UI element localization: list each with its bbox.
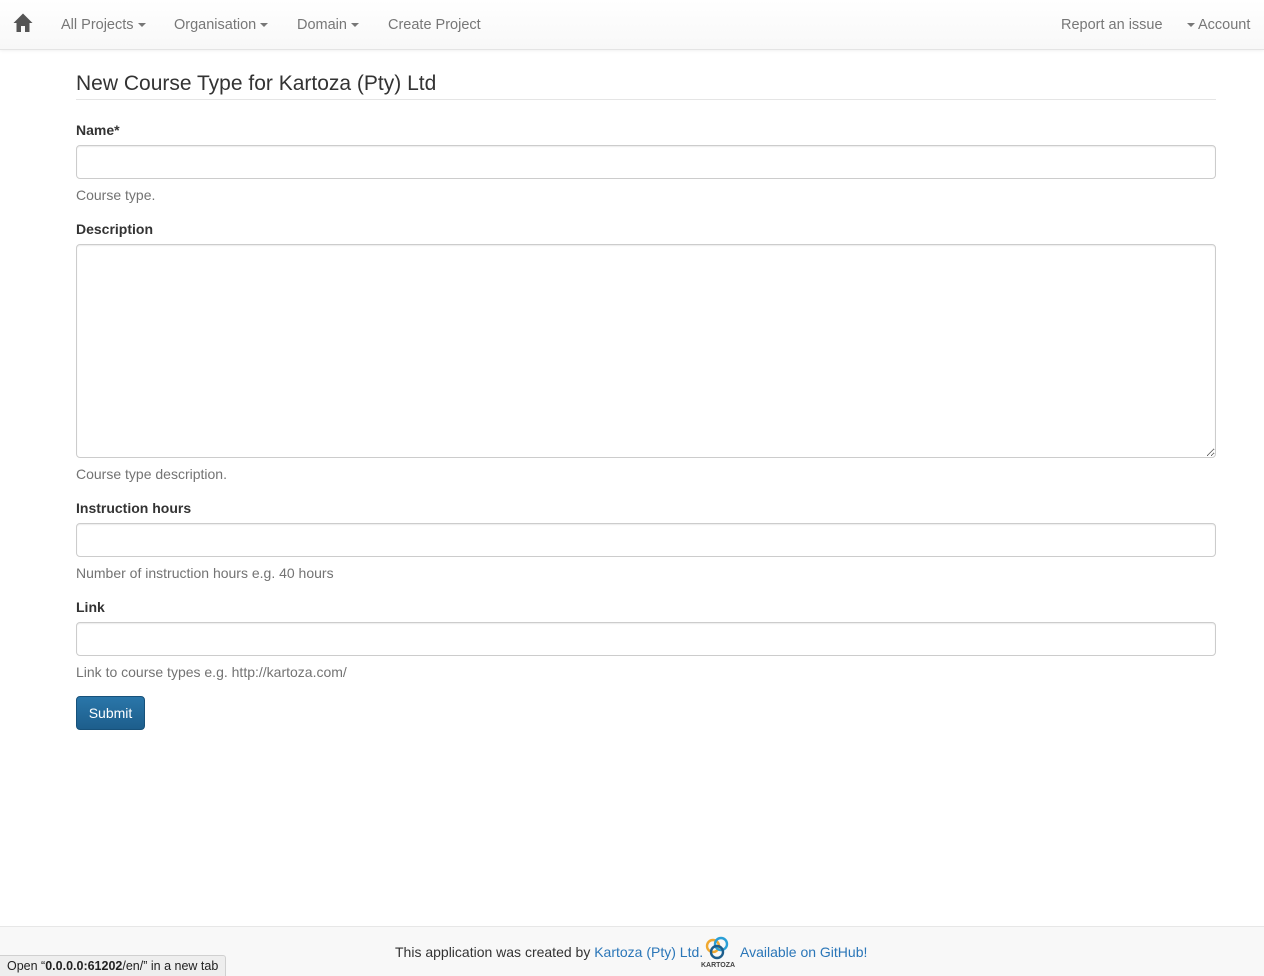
nav-organisation-label: Organisation [174, 17, 257, 33]
kartoza-company-link[interactable]: Kartoza (Pty) Ltd. [594, 944, 703, 960]
title-divider [76, 99, 1216, 100]
nav-create-project[interactable]: Create Project [388, 16, 481, 34]
github-link[interactable]: Available on GitHub! [740, 944, 867, 960]
nav-report-issue-label: Report an issue [1061, 17, 1163, 33]
nav-all-projects[interactable]: All Projects [61, 16, 146, 34]
footer-credit: This application was created by Kartoza … [395, 944, 703, 960]
description-help-text: Course type description. [76, 466, 227, 482]
name-help-text: Course type. [76, 187, 156, 203]
nav-organisation[interactable]: Organisation [174, 16, 269, 34]
name-input[interactable] [76, 145, 1216, 179]
caret-down-icon [1187, 23, 1195, 28]
logo-text: KARTOZA [701, 962, 735, 969]
status-path: /en/ [122, 959, 144, 973]
status-url: 0.0.0.0:61202 [45, 959, 123, 973]
link-label: Link [76, 599, 105, 615]
nav-all-projects-label: All Projects [61, 17, 134, 33]
instruction-hours-input[interactable] [76, 523, 1216, 557]
nav-account[interactable]: Account [1187, 16, 1250, 34]
link-help-text: Link to course types e.g. http://kartoza… [76, 664, 347, 680]
nav-domain-label: Domain [297, 17, 347, 33]
status-suffix: ” in a new tab [143, 959, 219, 973]
description-textarea[interactable] [76, 244, 1216, 458]
description-label: Description [76, 221, 154, 237]
top-navbar: All Projects Organisation Domain Create … [0, 0, 1264, 50]
caret-down-icon [260, 23, 269, 28]
caret-down-icon [137, 23, 146, 28]
kartoza-logo[interactable]: KARTOZA [697, 935, 739, 971]
instruction-hours-help-text: Number of instruction hours e.g. 40 hour… [76, 565, 334, 581]
caret-down-icon [350, 23, 359, 28]
nav-domain[interactable]: Domain [297, 16, 359, 34]
nav-report-issue[interactable]: Report an issue [1061, 16, 1163, 34]
submit-button[interactable]: Submit [76, 696, 145, 730]
nav-account-label: Account [1198, 17, 1251, 33]
name-label: Name* [76, 122, 120, 138]
instruction-hours-label: Instruction hours [76, 500, 192, 516]
nav-create-project-label: Create Project [388, 17, 481, 33]
link-input[interactable] [76, 622, 1216, 656]
page-title: New Course Type for Kartoza (Pty) Ltd [76, 72, 437, 95]
status-bar-tooltip: Open “0.0.0.0:61202/en/” in a new tab [0, 955, 227, 976]
home-icon[interactable] [12, 12, 34, 34]
footer-credit-text: This application was created by [395, 944, 591, 960]
status-prefix: Open “ [7, 959, 46, 973]
